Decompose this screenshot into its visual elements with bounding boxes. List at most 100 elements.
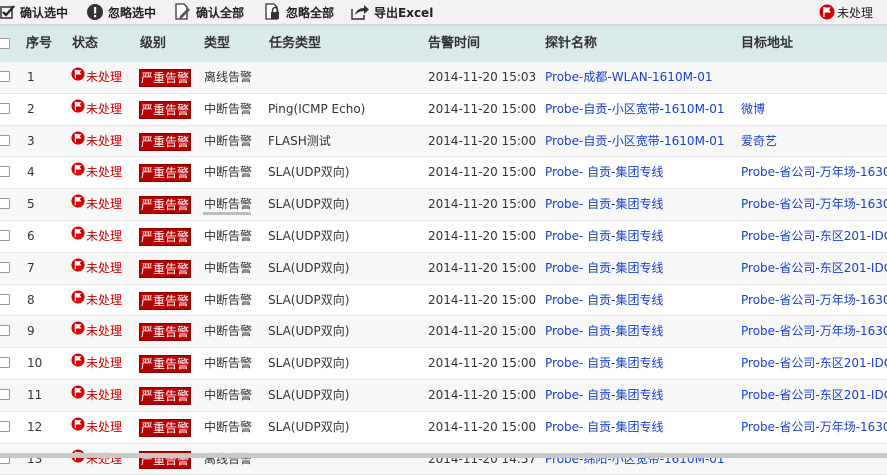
- row-checkbox[interactable]: [0, 357, 10, 369]
- row-probe-name-link[interactable]: Probe- 自贡-集团专线: [545, 221, 664, 251]
- row-status[interactable]: 未处理: [71, 62, 122, 92]
- row-target-link[interactable]: 微博: [741, 94, 765, 124]
- row-probe-name-link[interactable]: Probe- 自贡-集团专线: [545, 285, 664, 315]
- row-checkbox[interactable]: [0, 134, 10, 146]
- table-row[interactable]: 9 未处理 严重告警 中断告警 SLA(UDP双向) 2014-11-20 15:00 Pr…: [0, 316, 887, 349]
- row-target-link[interactable]: Probe-省公司-万年场-1630: [741, 189, 887, 219]
- row-alarm-time: 2014-11-20 15:00: [428, 228, 537, 243]
- row-target-link[interactable]: Probe-省公司-东区201-IDC: [741, 348, 887, 378]
- row-type: 中断告警: [204, 165, 253, 180]
- confirm-all-button[interactable]: 确认全部: [174, 0, 244, 24]
- table-row[interactable]: 6 未处理 严重告警 中断告警 SLA(UDP双向) 2014-11-20 15:00 Pr…: [0, 220, 887, 253]
- row-target-link[interactable]: Probe-省公司-东区201-IDC: [741, 380, 887, 410]
- row-index: 5: [27, 197, 35, 212]
- row-status[interactable]: 未处理: [71, 412, 122, 442]
- row-task-type: SLA(UDP双向): [268, 197, 350, 212]
- red-flag-icon: [71, 126, 85, 156]
- row-task-type: SLA(UDP双向): [268, 324, 350, 339]
- row-probe-name-link[interactable]: Probe-自贡-小区宽带-1610M-01: [545, 126, 725, 156]
- row-status[interactable]: 未处理: [71, 94, 122, 124]
- row-status[interactable]: 未处理: [71, 221, 122, 251]
- row-checkbox[interactable]: [0, 420, 10, 432]
- row-status[interactable]: 未处理: [71, 189, 122, 219]
- row-status-label: 未处理: [86, 70, 123, 84]
- row-status[interactable]: 未处理: [71, 157, 122, 187]
- row-status[interactable]: 未处理: [71, 253, 122, 283]
- row-target-link[interactable]: Probe-省公司-东区201-IDC: [741, 253, 887, 283]
- row-alarm-time: 2014-11-20 15:00: [428, 165, 537, 180]
- table-row[interactable]: 11 未处理 严重告警 中断告警 SLA(UDP双向) 2014-11-20 15:00 P…: [0, 379, 887, 412]
- row-target-link[interactable]: Probe-省公司-万年场-1630: [741, 316, 887, 346]
- table-row[interactable]: 3 未处理 严重告警 中断告警 FLASH测试 2014-11-20 15:00 Probe…: [0, 125, 887, 158]
- row-status[interactable]: 未处理: [71, 348, 122, 378]
- ignore-selected-button[interactable]: 忽略选中: [86, 0, 156, 24]
- row-target-link[interactable]: Probe-省公司-万年场-1630: [741, 157, 887, 187]
- row-probe-name-link[interactable]: Probe- 自贡-集团专线: [545, 316, 664, 346]
- row-checkbox[interactable]: [0, 229, 10, 241]
- table-row[interactable]: 13 未处理 严重告警 离线告警 2014-11-20 14:57 Probe-绵阳-小区…: [0, 443, 887, 475]
- row-probe-name-link[interactable]: Probe- 自贡-集团专线: [545, 189, 664, 219]
- row-index: 2: [27, 101, 35, 116]
- row-status-label: 未处理: [86, 292, 123, 307]
- row-level: 严重告警: [139, 126, 192, 157]
- row-status-label: 未处理: [86, 419, 123, 434]
- row-checkbox[interactable]: [0, 325, 10, 337]
- row-level: 严重告警: [139, 189, 192, 220]
- row-checkbox[interactable]: [0, 388, 10, 400]
- row-probe-name-link[interactable]: Probe- 自贡-集团专线: [545, 253, 664, 283]
- row-target-link[interactable]: Probe-省公司-万年场-1630: [741, 285, 887, 315]
- row-probe-name-link[interactable]: Probe- 自贡-集团专线: [545, 157, 664, 187]
- row-status[interactable]: 未处理: [71, 126, 122, 156]
- ignore-all-button[interactable]: 忽略全部: [264, 0, 334, 24]
- row-target-link[interactable]: Probe-省公司-东区201-IDC: [741, 221, 887, 251]
- row-status[interactable]: 未处理: [71, 285, 122, 315]
- row-checkbox[interactable]: [0, 293, 10, 305]
- red-flag-icon: [71, 285, 85, 315]
- red-flag-icon: [71, 157, 85, 187]
- row-probe-name-link[interactable]: Probe- 自贡-集团专线: [545, 412, 664, 442]
- status-filter[interactable]: 未处理: [819, 0, 873, 24]
- table-row[interactable]: 10 未处理 严重告警 中断告警 SLA(UDP双向) 2014-11-20 15:00 P…: [0, 348, 887, 380]
- table-row[interactable]: 1 未处理 严重告警 离线告警 2014-11-20 15:03 Probe-成都-WLA…: [0, 62, 887, 94]
- row-checkbox[interactable]: [0, 198, 10, 210]
- row-probe-name-link[interactable]: Probe-成都-WLAN-1610M-01: [545, 62, 713, 92]
- header-task-type: 任务类型: [269, 36, 322, 51]
- horizontal-scrollbar[interactable]: [0, 453, 887, 458]
- export-excel-label: 导出Excel: [374, 5, 434, 20]
- cell-highlight-bar: [203, 212, 251, 216]
- row-checkbox[interactable]: [0, 166, 10, 178]
- row-level: 严重告警: [139, 316, 192, 347]
- row-status[interactable]: 未处理: [71, 380, 122, 410]
- row-status[interactable]: 未处理: [71, 316, 122, 346]
- row-probe-name-link[interactable]: Probe-自贡-小区宽带-1610M-01: [545, 94, 725, 124]
- row-probe-name-link[interactable]: Probe- 自贡-集团专线: [545, 348, 664, 378]
- table-row[interactable]: 7 未处理 严重告警 中断告警 SLA(UDP双向) 2014-11-20 15:00 Pr…: [0, 252, 887, 285]
- table-row[interactable]: 8 未处理 严重告警 中断告警 SLA(UDP双向) 2014-11-20 15:00 Pr…: [0, 284, 887, 317]
- select-all-checkbox[interactable]: [0, 38, 10, 49]
- ignore-selected-label: 忽略选中: [108, 5, 157, 20]
- row-probe-name-link[interactable]: Probe- 自贡-集团专线: [545, 380, 664, 410]
- red-flag-icon: [71, 348, 85, 378]
- row-probe-name-link[interactable]: Probe-绵阳-小区宽带-1610M-01: [545, 444, 725, 474]
- row-index: 6: [27, 228, 35, 243]
- row-checkbox[interactable]: [0, 71, 10, 82]
- row-checkbox[interactable]: [0, 102, 10, 114]
- row-checkbox[interactable]: [0, 261, 10, 273]
- confirm-selected-button[interactable]: 确认选中: [0, 0, 68, 24]
- header-target: 目标地址: [741, 36, 794, 51]
- table-row[interactable]: 2 未处理 严重告警 中断告警 Ping(ICMP Echo) 2014-11-20 15…: [0, 93, 887, 126]
- row-status[interactable]: 未处理: [71, 444, 122, 474]
- table-row[interactable]: 12 未处理 严重告警 中断告警 SLA(UDP双向) 2014-11-20 15:00 P…: [0, 411, 887, 444]
- exclamation-circle-icon: [87, 4, 103, 20]
- export-excel-button[interactable]: 导出Excel: [350, 0, 433, 24]
- row-type: 中断告警: [204, 387, 253, 402]
- confirm-all-label: 确认全部: [196, 5, 245, 20]
- table-row[interactable]: 4 未处理 严重告警 中断告警 SLA(UDP双向) 2014-11-20 15:00 Pr…: [0, 157, 887, 190]
- checkmark-box-icon: [0, 5, 15, 19]
- row-index: 8: [27, 292, 35, 307]
- row-target-link[interactable]: 爱奇艺: [741, 126, 777, 156]
- table-row[interactable]: 5 未处理 严重告警 中断告警 SLA(UDP双向) 2014-11-20 15:00 Pr…: [0, 189, 887, 221]
- red-flag-icon: [71, 94, 85, 124]
- row-target-link[interactable]: Probe-省公司-万年场-1630: [741, 412, 887, 442]
- level-badge: 严重告警: [139, 323, 192, 342]
